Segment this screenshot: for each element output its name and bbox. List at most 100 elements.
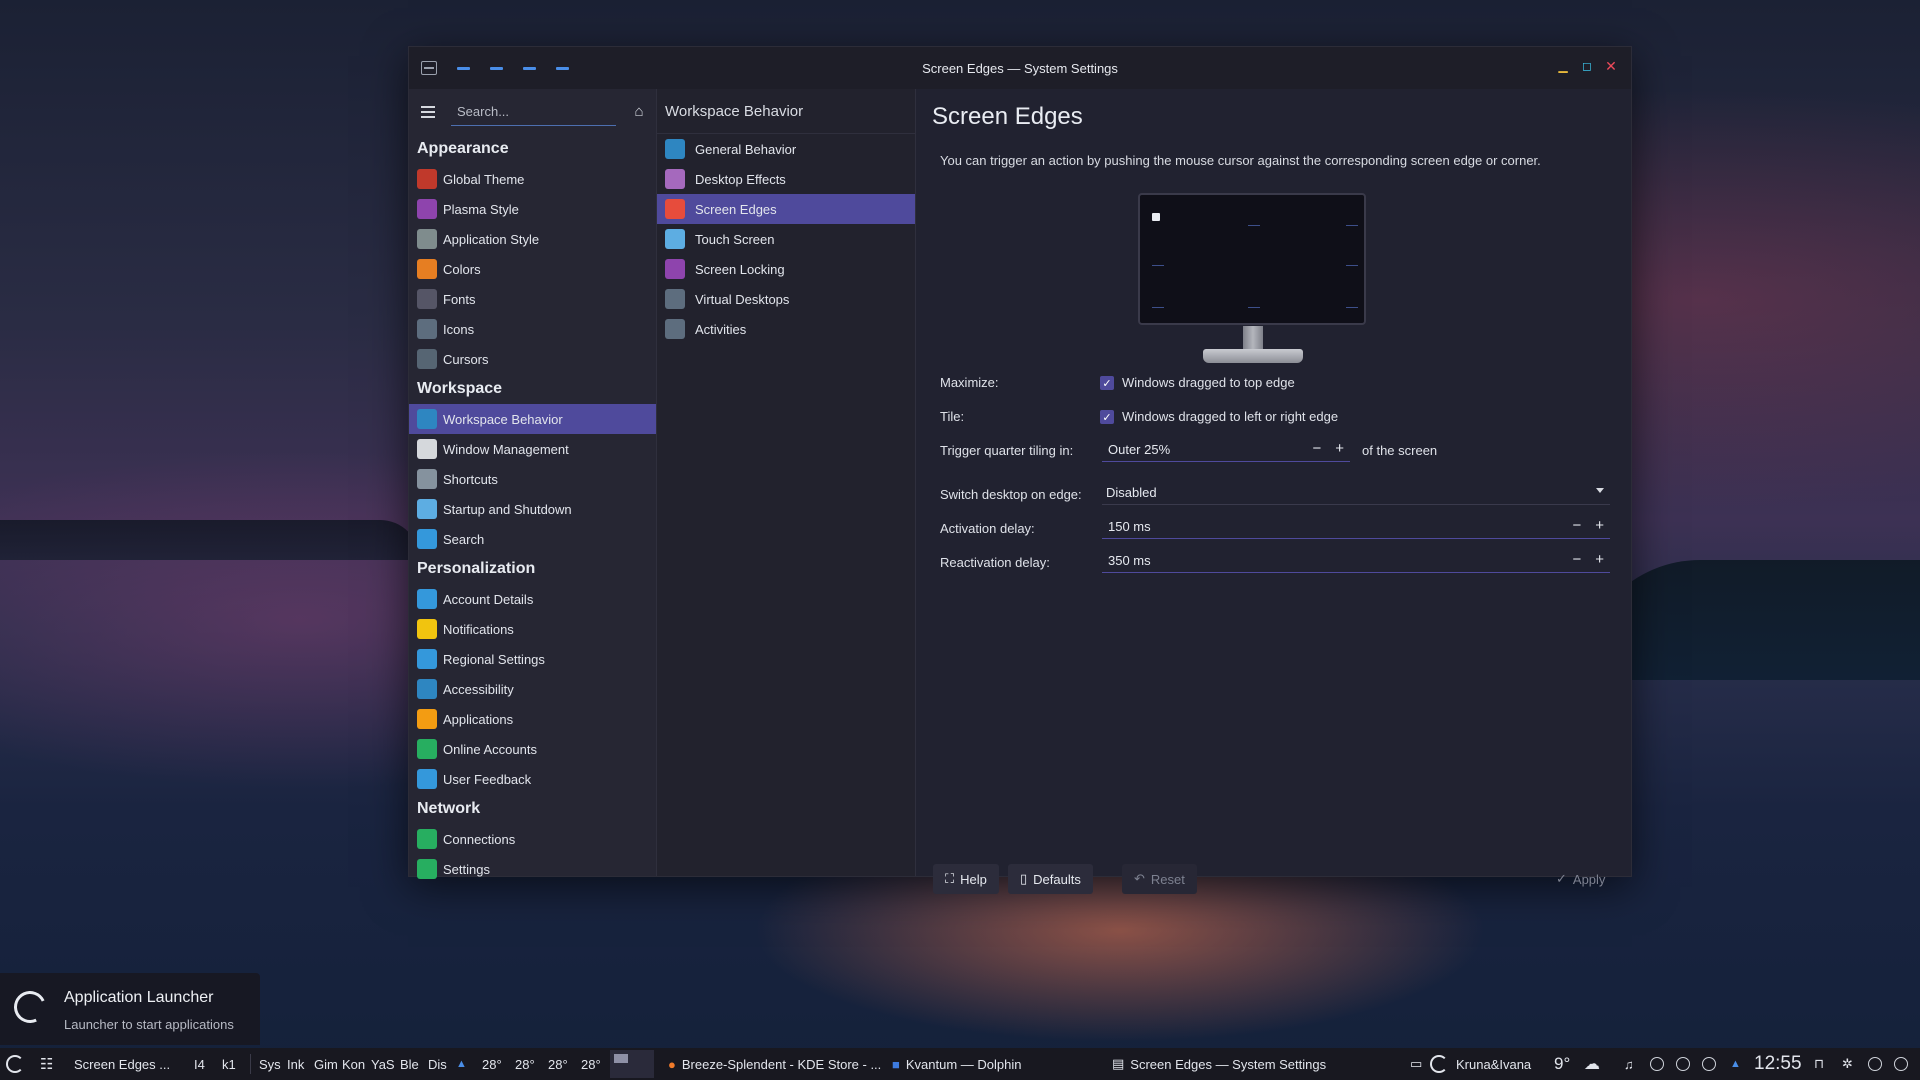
sidebar-item-global-theme[interactable]: Global Theme: [409, 164, 656, 194]
search-input[interactable]: Search...: [451, 98, 616, 126]
subcategory-item-activities[interactable]: Activities: [657, 314, 915, 344]
titlebar-button-3[interactable]: [523, 66, 536, 70]
edge-marker-bottom-right[interactable]: [1346, 307, 1358, 308]
task-dolphin[interactable]: ■ Kvantum — Dolphin: [892, 1048, 1021, 1080]
tray-expand-icon[interactable]: ▲: [1730, 1048, 1741, 1080]
titlebar-button-1[interactable]: [457, 66, 470, 70]
sidebar-item-account-details[interactable]: Account Details: [409, 584, 656, 614]
sidebar-item-connections[interactable]: Connections: [409, 824, 656, 854]
settings-tray-icon[interactable]: ✲: [1842, 1048, 1853, 1080]
maximize-icon[interactable]: ◻: [1581, 60, 1593, 72]
cloud-icon[interactable]: ☁: [1584, 1048, 1600, 1080]
chevron-down-icon[interactable]: [1596, 488, 1604, 493]
subcategory-item-touch-screen[interactable]: Touch Screen: [657, 224, 915, 254]
help-button[interactable]: ⛶ Help: [933, 864, 999, 894]
edge-marker-bottom[interactable]: [1248, 307, 1260, 308]
task-system-settings[interactable]: ▤ Screen Edges — System Settings: [1112, 1048, 1326, 1080]
bell-icon[interactable]: ♫: [1624, 1048, 1634, 1080]
sidebar-item-fonts[interactable]: Fonts: [409, 284, 656, 314]
edge-marker-right[interactable]: [1346, 265, 1358, 266]
quarter-tiling-spinbox[interactable]: Outer 25% − +: [1102, 438, 1350, 462]
tray-icon-1[interactable]: [1650, 1048, 1664, 1080]
sidebar-item-application-style[interactable]: Application Style: [409, 224, 656, 254]
taskbar-shortcut-7[interactable]: YaS: [371, 1048, 395, 1080]
activation-delay-spinbox[interactable]: 150 ms − +: [1102, 515, 1610, 539]
sidebar-item-settings[interactable]: Settings: [409, 854, 656, 884]
expand-up-icon[interactable]: ▲: [456, 1048, 467, 1080]
task-manager-icon[interactable]: ☷: [40, 1048, 53, 1080]
subcategory-item-general-behavior[interactable]: General Behavior: [657, 134, 915, 164]
taskbar-shortcut-4[interactable]: Ink: [287, 1048, 304, 1080]
show-desktop-icon[interactable]: ▭: [1410, 1048, 1422, 1080]
lock-icon[interactable]: ⊓: [1814, 1048, 1824, 1080]
activation-plus-button[interactable]: +: [1595, 517, 1604, 534]
sidebar-item-window-management[interactable]: Window Management: [409, 434, 656, 464]
sidebar-item-workspace-behavior[interactable]: Workspace Behavior: [409, 404, 656, 434]
taskbar-shortcut-9[interactable]: Dis: [428, 1048, 447, 1080]
logout-icon[interactable]: [1894, 1048, 1908, 1080]
quarter-plus-button[interactable]: +: [1335, 440, 1344, 457]
task-firefox[interactable]: ● Breeze-Splendent - KDE Store - ...: [668, 1048, 881, 1080]
reactivation-plus-button[interactable]: +: [1595, 551, 1604, 568]
reactivation-delay-spinbox[interactable]: 350 ms − +: [1102, 549, 1610, 573]
virtual-desktop-pager[interactable]: [610, 1050, 654, 1078]
weather-temperature[interactable]: 9°: [1554, 1048, 1570, 1080]
sidebar-item-icons[interactable]: Icons: [409, 314, 656, 344]
tile-checkbox-label[interactable]: Windows dragged to left or right edge: [1122, 409, 1338, 424]
reset-button[interactable]: ↶ Reset: [1122, 864, 1197, 894]
sidebar-item-cursors[interactable]: Cursors: [409, 344, 656, 374]
reactivation-minus-button[interactable]: −: [1572, 551, 1581, 568]
sidebar-item-startup-and-shutdown[interactable]: Startup and Shutdown: [409, 494, 656, 524]
sidebar-item-accessibility[interactable]: Accessibility: [409, 674, 656, 704]
apply-button[interactable]: ✓ Apply: [1544, 864, 1617, 894]
maximize-checkbox-label[interactable]: Windows dragged to top edge: [1122, 375, 1295, 390]
edge-marker-left[interactable]: [1152, 265, 1164, 266]
window-menu-icon[interactable]: [421, 61, 437, 75]
screen-edge-monitor-preview[interactable]: [1138, 193, 1366, 325]
user-switcher[interactable]: Kruna&Ivana: [1430, 1048, 1531, 1080]
subcategory-item-screen-locking[interactable]: Screen Locking: [657, 254, 915, 284]
taskbar-shortcut-3[interactable]: Sys: [259, 1048, 281, 1080]
sidebar-item-online-accounts[interactable]: Online Accounts: [409, 734, 656, 764]
tray-icon-3[interactable]: [1702, 1048, 1716, 1080]
sidebar-item-applications[interactable]: Applications: [409, 704, 656, 734]
temperature-3: 28°: [548, 1056, 568, 1072]
tray-icon-2[interactable]: [1676, 1048, 1690, 1080]
power-icon[interactable]: [1868, 1048, 1882, 1080]
maximize-checkbox[interactable]: ✓: [1100, 376, 1114, 390]
edge-marker-bottom-left[interactable]: [1152, 307, 1164, 308]
monitor-corner-marker[interactable]: [1152, 213, 1160, 221]
home-icon[interactable]: ⌂: [630, 103, 648, 121]
edge-marker-top-right[interactable]: [1346, 225, 1358, 226]
activation-minus-button[interactable]: −: [1572, 517, 1581, 534]
sidebar-item-shortcuts[interactable]: Shortcuts: [409, 464, 656, 494]
sidebar-item-search[interactable]: Search: [409, 524, 656, 554]
defaults-button[interactable]: ▯ Defaults: [1008, 864, 1093, 894]
quarter-minus-button[interactable]: −: [1312, 440, 1321, 457]
subcategory-item-screen-edges[interactable]: Screen Edges: [657, 194, 915, 224]
application-launcher-button[interactable]: [6, 1048, 24, 1080]
task-screen-edges[interactable]: Screen Edges ...: [74, 1048, 170, 1080]
sidebar-item-user-feedback[interactable]: User Feedback: [409, 764, 656, 794]
titlebar-button-2[interactable]: [490, 66, 503, 70]
minimize-icon[interactable]: ▁: [1557, 60, 1569, 72]
hamburger-menu-icon[interactable]: [421, 105, 435, 118]
sidebar-item-colors[interactable]: Colors: [409, 254, 656, 284]
switch-desktop-combobox[interactable]: Disabled: [1102, 481, 1610, 505]
titlebar-button-4[interactable]: [556, 66, 569, 70]
taskbar-shortcut-1[interactable]: I4: [194, 1048, 205, 1080]
taskbar-shortcut-2[interactable]: k1: [222, 1048, 236, 1080]
subcategory-item-desktop-effects[interactable]: Desktop Effects: [657, 164, 915, 194]
sidebar-item-notifications[interactable]: Notifications: [409, 614, 656, 644]
sidebar-item-regional-settings[interactable]: Regional Settings: [409, 644, 656, 674]
sidebar-item-plasma-style[interactable]: Plasma Style: [409, 194, 656, 224]
subcategory-item-virtual-desktops[interactable]: Virtual Desktops: [657, 284, 915, 314]
taskbar-shortcut-8[interactable]: Ble: [400, 1048, 419, 1080]
sidebar-item-label: Global Theme: [443, 171, 525, 187]
clock[interactable]: 12:55: [1754, 1048, 1802, 1080]
taskbar-shortcut-5[interactable]: Gim: [314, 1048, 338, 1080]
taskbar-shortcut-6[interactable]: Kon: [342, 1048, 365, 1080]
edge-marker-top[interactable]: [1248, 225, 1260, 226]
tile-checkbox[interactable]: ✓: [1100, 410, 1114, 424]
close-icon[interactable]: ✕: [1605, 59, 1617, 73]
